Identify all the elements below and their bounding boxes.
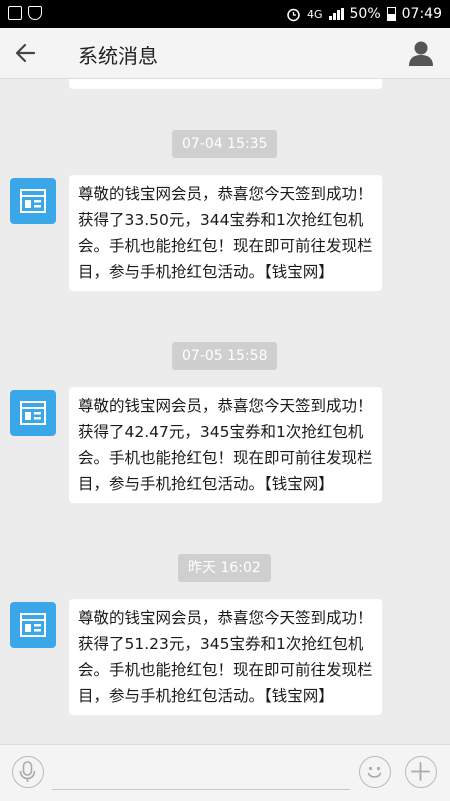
voice-button[interactable] xyxy=(12,756,44,788)
message-list[interactable]: 07-04 15:35 尊敬的钱宝网会员，恭喜您今天签到成功！获得了33.50元… xyxy=(0,79,450,744)
notice-icon xyxy=(20,401,46,425)
microphone-icon xyxy=(19,761,36,782)
emoji-icon xyxy=(367,766,382,778)
status-notifications xyxy=(8,6,42,20)
input-underline xyxy=(52,789,350,790)
battery-percent: 50% xyxy=(349,6,381,22)
signal-icon xyxy=(328,8,344,20)
profile-button[interactable] xyxy=(408,39,434,67)
emoji-button[interactable] xyxy=(359,756,391,788)
message-timestamp: 07-04 15:35 xyxy=(172,130,278,158)
message-bubble[interactable]: 尊敬的钱宝网会员，恭喜您今天签到成功！获得了33.50元，344宝券和1次抢红包… xyxy=(69,175,382,291)
input-bar xyxy=(0,744,450,801)
alarm-icon xyxy=(287,8,300,21)
status-bar: 4G 50% 07:49 xyxy=(0,0,450,28)
status-indicators: 4G 50% 07:49 xyxy=(286,0,442,28)
shield-notification-icon xyxy=(28,6,42,20)
battery-icon xyxy=(386,7,396,21)
message-timestamp: 07-05 15:58 xyxy=(172,342,278,370)
back-button[interactable] xyxy=(12,39,40,67)
plus-icon xyxy=(411,762,430,781)
message-timestamp: 昨天 16:02 xyxy=(178,554,271,582)
page-title: 系统消息 xyxy=(78,44,158,68)
user-icon xyxy=(409,41,433,66)
message-input[interactable] xyxy=(52,757,356,789)
sender-avatar[interactable] xyxy=(10,178,56,224)
more-button[interactable] xyxy=(405,756,437,788)
arrow-left-icon xyxy=(15,43,36,63)
notice-icon xyxy=(20,189,46,213)
notice-icon xyxy=(20,613,46,637)
app-header: 系统消息 xyxy=(0,28,450,79)
message-bubble[interactable]: 尊敬的钱宝网会员，恭喜您今天签到成功！获得了51.23元，345宝券和1次抢红包… xyxy=(69,599,382,715)
sender-avatar[interactable] xyxy=(10,390,56,436)
message-bubble[interactable]: 尊敬的钱宝网会员，恭喜您今天签到成功！获得了42.47元，345宝券和1次抢红包… xyxy=(69,387,382,503)
network-type: 4G xyxy=(306,7,323,21)
photo-notification-icon xyxy=(8,6,22,20)
status-time: 07:49 xyxy=(401,6,442,22)
previous-message-bubble xyxy=(69,79,382,89)
sender-avatar[interactable] xyxy=(10,602,56,648)
